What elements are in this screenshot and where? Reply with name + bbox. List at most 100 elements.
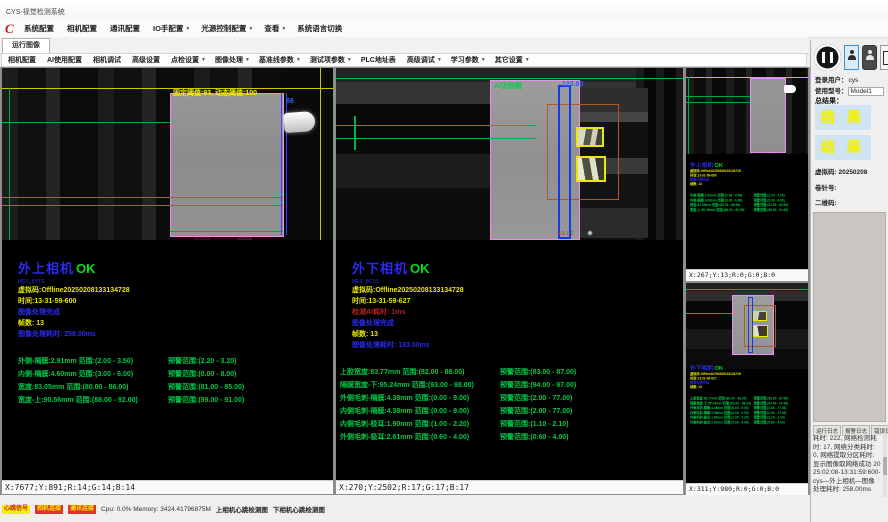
toolbar-item[interactable]: 高级设置 — [132, 55, 162, 65]
edge-value-label: 66 — [286, 98, 294, 105]
total-result-box-1: 结 果 — [815, 105, 871, 130]
tab-detect-box — [753, 325, 768, 337]
scrollbar-thumb[interactable] — [883, 457, 887, 475]
heartbeat-badge: 心跳信号 — [2, 505, 30, 514]
small-bottom-image[interactable] — [686, 283, 808, 369]
toolbar-item[interactable]: 基准线参数▼ — [259, 55, 301, 65]
menubar: C 系统配置 相机配置 通讯配置 IO手配置▼ 光源控制配置▼ 查看▼ 系统语言… — [0, 20, 888, 38]
measurement-value: 外侧毛刺-极耳:2.61mm 范围:(0.60 - 4.00) — [690, 420, 754, 425]
total-result-box-2: 结 果 — [815, 135, 871, 160]
menu-item-label: 通讯配置 — [110, 24, 140, 33]
virtual-code-label: 虚拟码: 20250208 — [815, 166, 867, 176]
toolbar-item[interactable]: 相机配置 — [8, 55, 38, 65]
toolbar-item-label: 基准线参数 — [259, 57, 294, 64]
menu-item-label: 光源控制配置 — [201, 24, 246, 33]
camera-view-small-bottom[interactable]: 外下相机OK 虚拟码:Offline20250208133134728 时间:1… — [686, 283, 808, 495]
bottom-statusbar: 心跳信号 相机连接 通讯连接 Cpu: 0.0% Memory: 3424.41… — [0, 503, 810, 515]
pause-button[interactable] — [814, 44, 841, 71]
virtual-code-line: 虚拟码:Offline20250208133134728 — [18, 285, 331, 296]
login-user-value: cys — [849, 77, 859, 84]
frame-count-line: 帧数: 13 — [690, 182, 808, 186]
toolbar-item-label: 图像处理 — [215, 57, 243, 64]
menu-item[interactable]: IO手配置▼ — [153, 23, 190, 34]
warning-range: 预警范围:(89.00 - 91.00) — [754, 207, 789, 212]
needle-number-label: 卷针号: — [815, 182, 837, 192]
camera-name: 外下相机 — [352, 261, 408, 276]
electrode-tab-blob — [283, 111, 315, 133]
ai-elapsed-line: 检测AI耗时: 1ms — [352, 307, 681, 318]
electrode-tab-blob — [784, 85, 796, 93]
small-bottom-pixel-coords: X:311;Y:980;R:0;G:0;B:0 — [686, 483, 808, 495]
menu-item-label: 查看 — [264, 24, 279, 33]
toolbar-item-label: PLC地址表 — [361, 57, 396, 64]
measure-line — [2, 205, 283, 206]
login-user-button[interactable] — [844, 45, 859, 70]
top-camera-heartbeat-link[interactable]: 上相机心跳检测图 — [216, 504, 268, 514]
menu-item[interactable]: 查看▼ — [264, 23, 286, 34]
bottom-camera-heartbeat-link[interactable]: 下相机心跳检测图 — [273, 504, 325, 514]
sidebar: 登录用户：cys 使用型号：Model1 总结果： 结 果 结 果 虚拟码: 2… — [810, 40, 888, 522]
login-user-row: 登录用户：cys — [815, 74, 858, 84]
tab-run-image[interactable]: 运行图像 — [2, 38, 50, 54]
toolbar-item[interactable]: 高级调试▼ — [407, 55, 442, 65]
menu-item[interactable]: 相机配置 — [67, 23, 99, 34]
dropdown-arrow-icon: ▼ — [481, 57, 486, 63]
camera-view-right[interactable]: AI识别框 123.80 4.6 1.0 外下相机OK MES_BC10 虚拟码… — [336, 68, 683, 494]
menu-item[interactable]: 光源控制配置▼ — [201, 23, 253, 34]
dropdown-arrow-icon: ▼ — [248, 26, 253, 32]
frame-count-line: 帧数: 13 — [352, 329, 681, 340]
camera-name: 外上相机 — [690, 162, 713, 168]
measure-line-vertical — [688, 77, 689, 154]
result-ok-badge: OK — [410, 261, 430, 276]
exit-button[interactable] — [880, 45, 888, 70]
dropdown-arrow-icon: ▼ — [525, 57, 530, 63]
toolbar-item[interactable]: AI使用配置 — [47, 55, 84, 65]
operator-button[interactable] — [862, 45, 877, 70]
warning-range: 预警范围:(89.00 - 91.00) — [168, 395, 244, 405]
measure-line-vertical — [354, 116, 356, 150]
toolbar-item[interactable]: 学习参数▼ — [451, 55, 486, 65]
toolbar-item[interactable]: 点检设置▼ — [171, 55, 206, 65]
titlebar[interactable]: CYS-视觉检测系统 — [0, 0, 888, 20]
measure-line — [336, 138, 536, 139]
left-camera-image[interactable]: 固定阈值:93, 动态阈值:100 66 — [2, 68, 333, 240]
log-text[interactable]: 耗时: 222, 网络检测耗时: 17, 网络分类耗时: 0, 网络提取分区耗时… — [813, 435, 881, 497]
baseline-vertical-line — [320, 68, 321, 240]
toolbar-item[interactable]: 相机调试 — [93, 55, 123, 65]
toolbar-item-label: 学习参数 — [451, 57, 479, 64]
camera-name: 外下相机 — [690, 365, 713, 371]
camera-view-small-top[interactable]: 外上相机OK 虚拟码:Offline20250208133134728 时间:1… — [686, 68, 808, 281]
tab-detect-box — [576, 127, 604, 147]
toolbar-item[interactable]: 图像处理▼ — [215, 55, 250, 65]
measure-line — [336, 125, 536, 126]
menu-item[interactable]: 系统语言切换 — [297, 23, 344, 34]
toolbar-item[interactable]: 测试项参数▼ — [310, 55, 352, 65]
qrcode-label: 二维码: — [815, 197, 837, 207]
dropdown-arrow-icon: ▼ — [201, 57, 206, 63]
person-icon — [866, 50, 874, 58]
measurement-row: 宽度:83.05mm 范围:(80.00 - 86.00)预警范围:(81.00… — [18, 376, 331, 389]
toolbar-item[interactable]: PLC地址表 — [361, 55, 398, 65]
right-result-text: 外下相机OK MES_BC10 虚拟码:Offline2025020813313… — [340, 258, 681, 439]
sidebar-info-panel — [813, 212, 886, 422]
small-top-image[interactable] — [686, 68, 808, 154]
menu-item[interactable]: 系统配置 — [24, 23, 56, 34]
camera-photo-background — [686, 68, 808, 154]
camera-view-left[interactable]: 固定阈值:93, 动态阈值:100 66 外上相机OK MES_BYTE 虚拟码… — [2, 68, 333, 494]
log-scrollbar[interactable] — [883, 435, 887, 497]
measure-line — [686, 313, 732, 314]
right-camera-image[interactable]: AI识别框 123.80 4.6 1.0 — [336, 68, 683, 240]
model-value[interactable]: Model1 — [848, 87, 884, 96]
model-label: 使用型号： — [815, 88, 848, 95]
model-row: 使用型号：Model1 — [815, 85, 884, 96]
toolbar-item[interactable]: 其它设置▼ — [495, 55, 530, 65]
result-ok-badge: OK — [714, 365, 723, 371]
measurement-row: 内侧-隔膜:4.60mm 范围:(3.00 - 6.00)预警范围:(0.00 … — [18, 363, 331, 376]
camera-connection-badge: 相机连接 — [35, 505, 63, 514]
measurement-row: 宽度-上:90.56mm 范围:(88.00 - 92.00)预警范围:(89.… — [690, 204, 808, 209]
person-icon — [848, 50, 856, 58]
menu-item[interactable]: 通讯配置 — [110, 23, 142, 34]
toolbar-item-label: 测试项参数 — [310, 57, 345, 64]
toolbar-item-label: 高级设置 — [132, 57, 160, 64]
left-pixel-coords: X:7677;Y:891;R:14;G:14;B:14 — [2, 480, 333, 494]
